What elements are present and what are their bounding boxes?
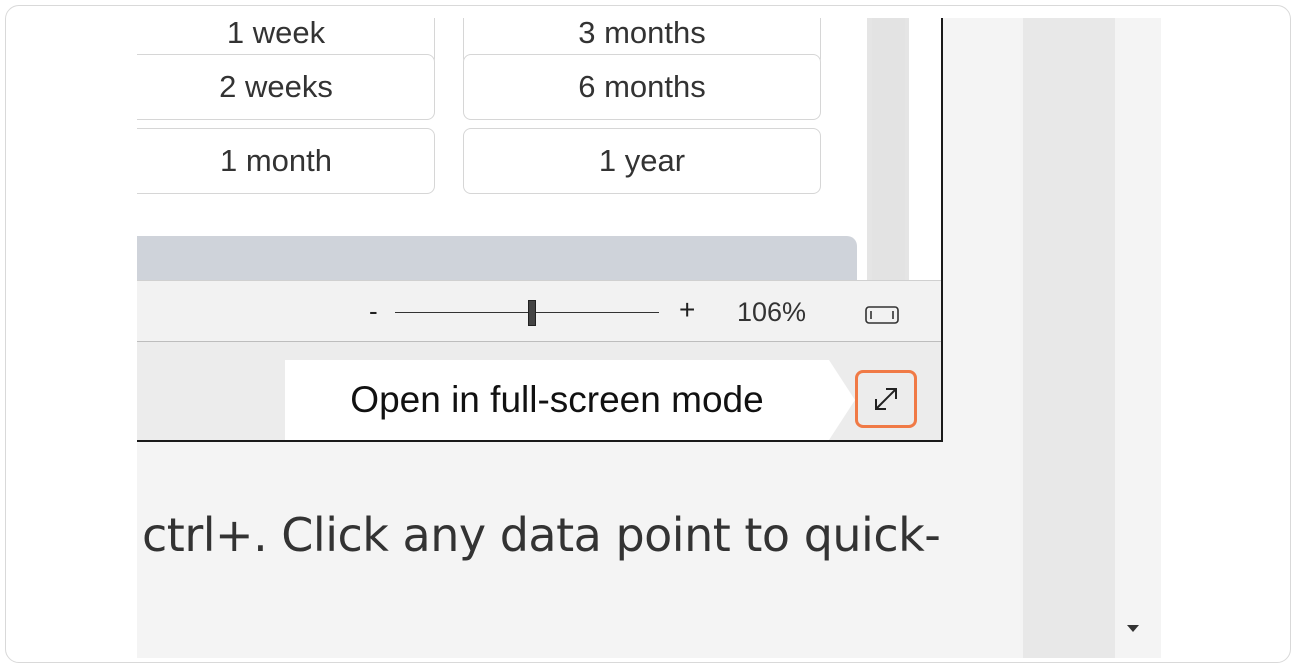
- zoom-in-button[interactable]: +: [679, 294, 695, 326]
- zoom-slider[interactable]: [395, 312, 659, 313]
- fit-to-window-icon[interactable]: [865, 306, 899, 324]
- duration-option-1-year[interactable]: 1 year: [463, 128, 821, 194]
- zoom-out-button[interactable]: -: [369, 296, 378, 327]
- tooltip-pointer: [829, 360, 855, 440]
- expand-arrows-icon: [875, 388, 897, 410]
- zoom-level: 106%: [737, 297, 807, 327]
- duration-option-6-months[interactable]: 6 months: [463, 54, 821, 120]
- zoom-toolbar: - + 106%: [137, 280, 941, 342]
- duration-option-2-weeks[interactable]: 2 weeks: [137, 54, 435, 120]
- article-text: ctrl+. Click any data point to quick-: [142, 508, 941, 562]
- scroll-down-arrow-icon[interactable]: [1127, 625, 1139, 632]
- embedded-viewer: 1 week 3 months 2 weeks 6 months 1 month…: [137, 18, 943, 442]
- zoom-slider-thumb[interactable]: [528, 300, 537, 326]
- duration-option-1-month[interactable]: 1 month: [137, 128, 435, 194]
- viewer-bottom-bar: Open in full-screen mode: [137, 342, 941, 440]
- page-right-margin: [1023, 18, 1115, 658]
- fullscreen-tooltip: Open in full-screen mode: [285, 360, 829, 440]
- fullscreen-button[interactable]: [855, 370, 917, 428]
- viewer-scrollbar-track[interactable]: [872, 18, 905, 280]
